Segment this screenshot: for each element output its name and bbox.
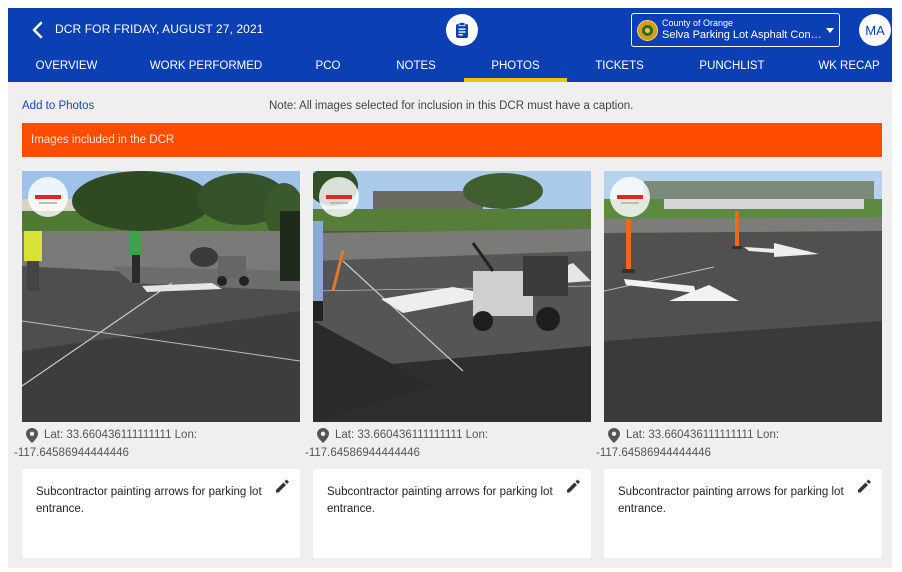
photo-location: Lat: 33.660436111111111 Lon: -117.645869… [305,428,605,464]
app-window: DCR FOR FRIDAY, AUGUST 27, 2021 County o… [0,0,902,572]
pencil-icon [858,479,871,493]
tab-overview[interactable]: OVERVIEW [22,52,111,82]
tab-notes[interactable]: NOTES [380,52,452,82]
longitude-text: -117.64586944444446 [14,447,129,459]
caret-down-icon [826,28,834,33]
project-organization: County of Orange [662,18,734,28]
county-seal-logo [637,20,658,41]
tab-wk-recap[interactable]: WK RECAP [806,52,892,82]
photo-caption: Subcontractor painting arrows for parkin… [618,486,844,515]
photo-stamp-badge [28,177,68,217]
caption-requirement-note: Note: All images selected for inclusion … [269,100,634,112]
back-button[interactable] [28,20,48,40]
tab-punchlist[interactable]: PUNCHLIST [684,52,780,82]
pencil-icon [276,479,289,493]
photo-caption-box[interactable]: Subcontractor painting arrows for parkin… [22,469,300,558]
app-header: DCR FOR FRIDAY, AUGUST 27, 2021 County o… [8,8,892,52]
project-selector[interactable]: County of Orange Selva Parking Lot Aspha… [631,13,840,47]
tab-tickets[interactable]: TICKETS [581,52,658,82]
photo-stamp-badge [319,177,359,217]
longitude-text: -117.64586944444446 [305,447,420,459]
site-photo[interactable] [22,171,300,422]
map-pin-icon [608,428,620,443]
edit-caption-button[interactable] [856,478,872,494]
photo-caption: Subcontractor painting arrows for parkin… [327,486,553,515]
tab-pco[interactable]: PCO [302,52,354,82]
tab-bar: OVERVIEW WORK PERFORMED PCO NOTES PHOTOS… [8,52,892,82]
project-name: Selva Parking Lot Asphalt Concrete [662,29,824,41]
photo-stamp-badge [610,177,650,217]
included-images-header: Images included in the DCR [22,123,882,157]
site-photo[interactable] [313,171,591,422]
edit-caption-button[interactable] [274,478,290,494]
photo-location: Lat: 33.660436111111111 Lon: -117.645869… [14,428,314,464]
latitude-text: Lat: 33.660436111111111 Lon: [626,429,780,441]
dcr-screen: DCR FOR FRIDAY, AUGUST 27, 2021 County o… [8,8,892,568]
pencil-icon [567,479,580,493]
user-avatar[interactable]: MA [859,14,891,46]
tab-work-performed[interactable]: WORK PERFORMED [142,52,270,82]
photo-caption: Subcontractor painting arrows for parkin… [36,486,262,515]
tab-photos[interactable]: PHOTOS [464,52,567,82]
edit-caption-button[interactable] [565,478,581,494]
photo-caption-box[interactable]: Subcontractor painting arrows for parkin… [313,469,591,558]
report-button[interactable] [446,14,478,46]
photo-location: Lat: 33.660436111111111 Lon: -117.645869… [596,428,892,464]
longitude-text: -117.64586944444446 [596,447,711,459]
dcr-title: DCR FOR FRIDAY, AUGUST 27, 2021 [55,22,264,36]
latitude-text: Lat: 33.660436111111111 Lon: [44,429,198,441]
clipboard-icon [456,22,468,38]
map-pin-icon [26,428,38,443]
map-pin-icon [317,428,329,443]
add-to-photos-link[interactable]: Add to Photos [22,100,94,112]
latitude-text: Lat: 33.660436111111111 Lon: [335,429,489,441]
photo-caption-box[interactable]: Subcontractor painting arrows for parkin… [604,469,882,558]
site-photo[interactable] [604,171,882,422]
chevron-left-icon [32,21,43,39]
